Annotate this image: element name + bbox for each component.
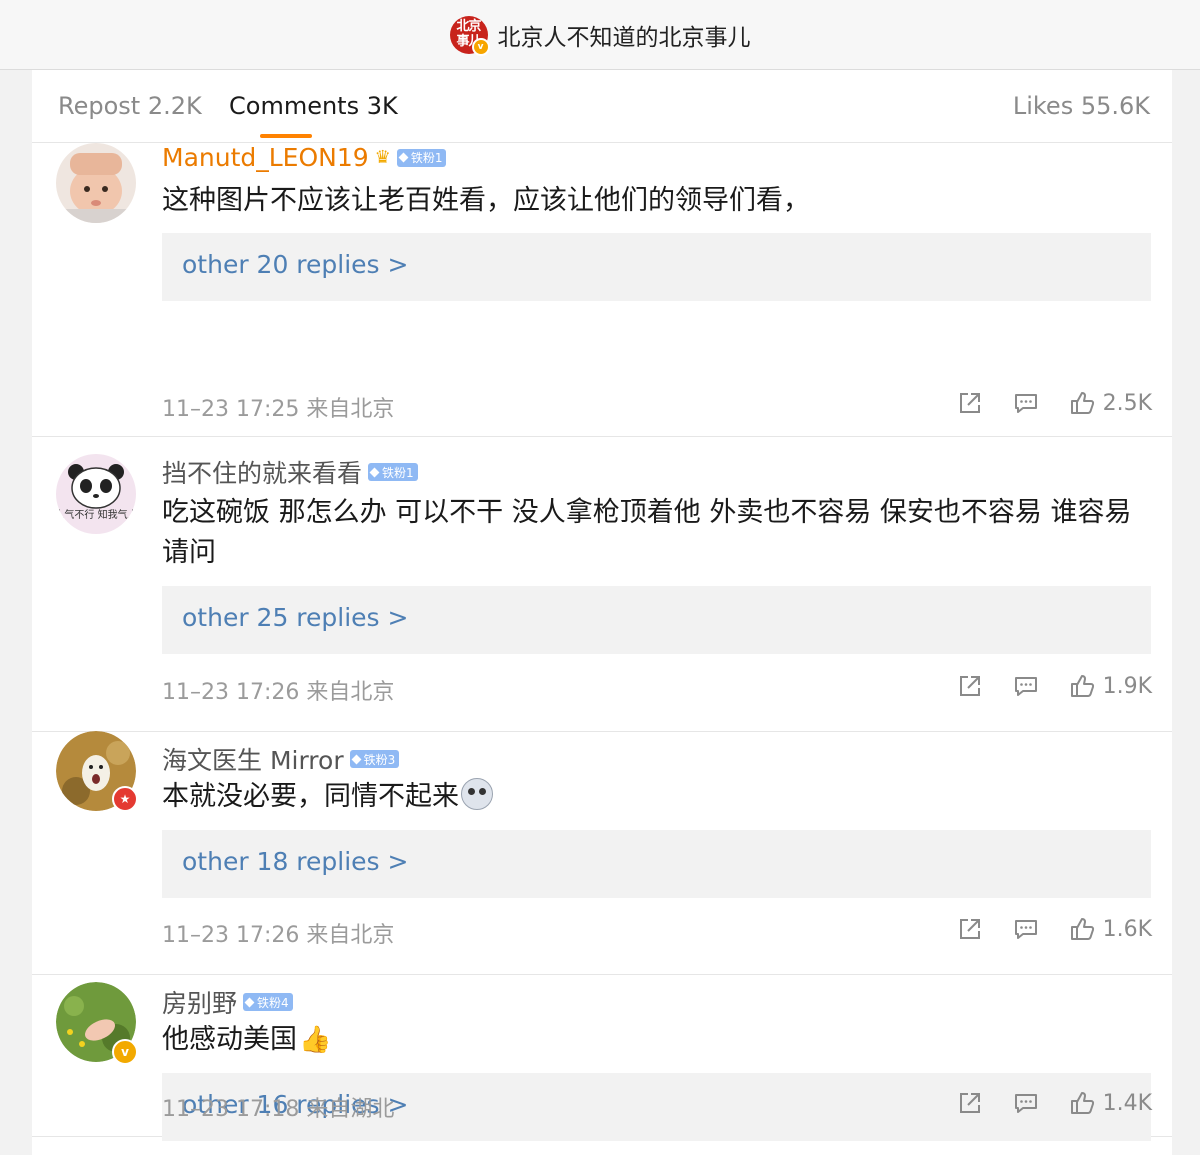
share-icon[interactable]	[957, 673, 983, 699]
share-icon[interactable]	[957, 390, 983, 416]
diamond-icon	[398, 152, 409, 163]
comment-item: 我人气不行 知我气人行 挡不住的就来看看 铁粉1 吃这碗饭 那怎么办 可以不干 …	[32, 436, 1172, 732]
more-replies-link[interactable]: other 18 replies >	[162, 830, 1151, 898]
thumbs-up-icon	[1070, 918, 1094, 940]
more-replies-label: other 20 replies >	[182, 250, 409, 279]
comment-meta: 11–23 17:18 来自湖北	[162, 1097, 395, 1122]
account-header[interactable]: 北京事儿 v 北京人不知道的北京事儿	[449, 15, 751, 56]
comment-text: 本就没必要，同情不起来	[162, 777, 1152, 817]
verified-badge-icon: v	[112, 1039, 138, 1065]
top-bar: 北京事儿 v 北京人不知道的北京事儿	[0, 0, 1200, 70]
comment-meta: 11–23 17:26 来自北京	[162, 680, 395, 705]
like-button[interactable]: 1.4K	[1069, 1090, 1152, 1116]
diamond-icon	[244, 997, 255, 1007]
baby-photo-avatar-icon	[56, 143, 136, 223]
star-badge-icon: ★	[112, 786, 138, 812]
like-count: 1.6K	[1102, 916, 1152, 942]
comment-actions: 1.6K	[957, 916, 1152, 942]
like-button[interactable]: 1.9K	[1069, 673, 1152, 699]
comment-actions: 2.5K	[957, 390, 1152, 416]
comment-meta: 11–23 17:26 来自北京	[162, 923, 395, 948]
account-logo[interactable]: 北京事儿 v	[449, 15, 490, 56]
like-button[interactable]: 2.5K	[1069, 390, 1152, 416]
account-name[interactable]: 北京人不知道的北京事儿	[498, 18, 751, 52]
comment-header: 房别野 铁粉4	[162, 984, 293, 1020]
like-button[interactable]: 1.6K	[1069, 916, 1152, 942]
more-replies-label: other 25 replies >	[182, 603, 409, 632]
like-count: 1.9K	[1102, 673, 1152, 699]
tab-repost[interactable]: Repost 2.2K	[58, 92, 202, 120]
share-icon[interactable]	[957, 916, 983, 942]
comment-text: 这种图片不应该让老百姓看，应该让他们的领导们看，	[162, 185, 810, 216]
tab-likes[interactable]: Likes 55.6K	[1013, 92, 1150, 120]
reply-icon[interactable]	[1013, 673, 1039, 699]
avatar[interactable]	[56, 143, 136, 223]
thumbs-up-icon	[1070, 675, 1094, 697]
comment-text: 他感动美国👍	[162, 1020, 1152, 1060]
username[interactable]: Manutd_LEON19	[162, 143, 369, 172]
username[interactable]: 海文医生 Mirror	[162, 741, 344, 777]
comment-text-body: 他感动美国	[162, 1024, 297, 1055]
thumbs-up-icon	[1070, 1092, 1094, 1114]
husky-emoji-icon	[461, 778, 493, 810]
comment-actions: 1.4K	[957, 1090, 1152, 1116]
more-replies-label: other 18 replies >	[182, 847, 409, 876]
verified-icon: v	[471, 37, 490, 56]
comments-card: Repost 2.2K Comments 3K Likes 55.6K Manu…	[32, 70, 1172, 1155]
fan-badge[interactable]: 铁粉1	[368, 463, 418, 481]
fan-badge-label: 铁粉1	[382, 465, 414, 480]
comment-header: 海文医生 Mirror 铁粉3	[162, 741, 400, 777]
fan-badge[interactable]: 铁粉3	[349, 750, 400, 768]
comment-item: Manutd_LEON19 ♛ 铁粉1 这种图片不应该让老百姓看，应该让他们的领…	[32, 143, 1172, 437]
comment-header: 挡不住的就来看看 铁粉1	[162, 454, 418, 490]
fan-badge[interactable]: 铁粉4	[243, 993, 293, 1011]
avatar[interactable]: v	[56, 982, 138, 1065]
comment-text: 吃这碗饭 那怎么办 可以不干 没人拿枪顶着他 外卖也不容易 保安也不容易 谁容易…	[162, 497, 1132, 568]
more-replies-link[interactable]: other 20 replies >	[162, 233, 1151, 301]
fan-badge-label: 铁粉4	[257, 995, 289, 1010]
crown-icon: ♛	[374, 147, 391, 168]
panda-avatar-icon: 我人气不行 知我气人行	[56, 454, 136, 534]
comment-text-body: 本就没必要，同情不起来	[162, 781, 459, 812]
fan-badge-label: 铁粉3	[363, 752, 396, 767]
comment-header: Manutd_LEON19 ♛ 铁粉1	[162, 143, 447, 172]
thumbs-up-emoji-icon: 👍	[299, 1025, 332, 1055]
username[interactable]: 房别野	[162, 984, 237, 1020]
reply-icon[interactable]	[1013, 916, 1039, 942]
comment-item: ★ 海文医生 Mirror 铁粉3 本就没必要，同情不起来 other 18 r…	[32, 731, 1172, 975]
thumbs-up-icon	[1070, 392, 1094, 414]
share-icon[interactable]	[957, 1090, 983, 1116]
tab-comments[interactable]: Comments 3K	[229, 92, 398, 120]
fan-badge[interactable]: 铁粉1	[396, 148, 447, 167]
username[interactable]: 挡不住的就来看看	[162, 454, 362, 490]
comment-meta: 11–23 17:25 来自北京	[162, 397, 395, 422]
more-replies-link[interactable]: other 25 replies >	[162, 586, 1151, 654]
fan-badge-label: 铁粉1	[410, 151, 443, 165]
like-count: 2.5K	[1102, 390, 1152, 416]
avatar[interactable]: ★	[56, 731, 138, 812]
avatar[interactable]: 我人气不行 知我气人行	[56, 454, 136, 534]
reply-icon[interactable]	[1013, 1090, 1039, 1116]
active-tab-indicator	[260, 134, 312, 138]
comment-actions: 1.9K	[957, 673, 1152, 699]
panda-avatar-caption: 我人气不行 知我气人行	[56, 508, 136, 521]
diamond-icon	[351, 754, 362, 764]
diamond-icon	[369, 467, 380, 477]
like-count: 1.4K	[1102, 1090, 1152, 1116]
tab-bar: Repost 2.2K Comments 3K Likes 55.6K	[32, 70, 1172, 143]
reply-icon[interactable]	[1013, 390, 1039, 416]
